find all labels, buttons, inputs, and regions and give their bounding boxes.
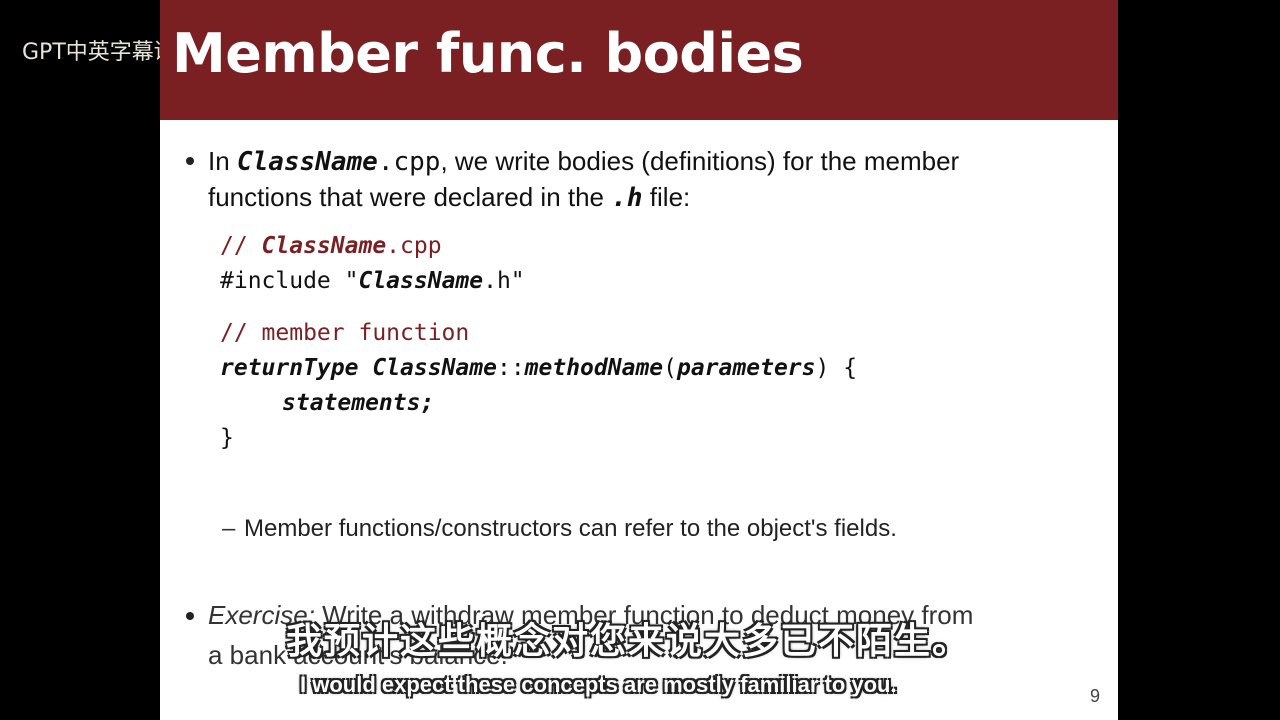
subbullet-dash: –	[222, 515, 236, 542]
code-classname: ClassName	[261, 233, 387, 259]
code-classname: ClassName	[372, 355, 497, 381]
text: file:	[642, 182, 691, 212]
code-close-brace: }	[220, 425, 234, 451]
code-classname: ClassName	[358, 268, 484, 294]
page-number: 9	[1090, 686, 1101, 706]
code-comment-member: // member function	[220, 320, 470, 346]
slide-title: Member func. bodies	[172, 22, 804, 85]
subbullet-text: Member functions/constructors can refer …	[244, 515, 897, 542]
bullet-icon	[186, 157, 194, 165]
cpp-ext: .cpp	[377, 147, 441, 177]
code-body: statements;	[282, 390, 435, 416]
classname-ref: ClassName	[236, 147, 378, 177]
code-signature: returnType ClassName::methodName(paramet…	[220, 355, 857, 381]
code-text: //	[220, 233, 262, 259]
subtitle-chinese: 我预计这些概念对您来说大多已不陌生。	[286, 621, 971, 662]
code-text: (	[663, 355, 678, 381]
bullet1-line1: In ClassName.cpp, we write bodies (defin…	[208, 146, 959, 177]
code-text: ::	[496, 355, 525, 381]
subtitle-english: I would expect these concepts are mostly…	[300, 672, 897, 697]
bullet1-line2: functions that were declared in the .h f…	[208, 182, 690, 213]
code-text: ) {	[815, 355, 858, 381]
code-text: #include "	[220, 268, 359, 294]
text: functions that were declared in the	[208, 182, 612, 212]
code-params: parameters	[677, 355, 816, 381]
code-return-type: returnType	[220, 355, 359, 381]
text: , we write bodies (definitions) for the …	[440, 146, 960, 176]
code-method: methodName	[524, 355, 664, 381]
code-text: .h"	[483, 268, 525, 294]
code-comment-filename: // ClassName.cpp	[220, 233, 442, 259]
code-include: #include "ClassName.h"	[220, 268, 525, 294]
bullet-icon	[186, 612, 194, 620]
h-ext: .h	[611, 183, 643, 213]
code-text: .cpp	[386, 233, 442, 259]
text: In	[208, 146, 237, 176]
